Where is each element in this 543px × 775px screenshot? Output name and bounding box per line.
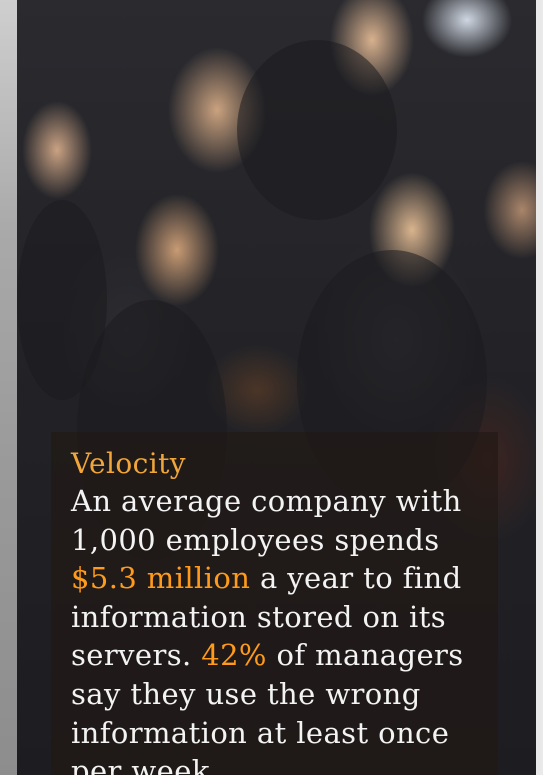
caption-title: Velocity bbox=[71, 447, 186, 480]
caption-text: Velocity An average company with 1,000 em… bbox=[71, 446, 491, 775]
caption-body-part1: An average company with 1,000 employees … bbox=[71, 484, 462, 557]
caption-overlay: Velocity An average company with 1,000 em… bbox=[51, 432, 498, 775]
right-border-strip bbox=[536, 0, 543, 775]
highlight-cost: $5.3 million bbox=[71, 561, 251, 596]
crowd-figure bbox=[237, 40, 397, 220]
highlight-percent: 42% bbox=[201, 638, 267, 673]
left-border-strip bbox=[0, 0, 17, 775]
crowd-figure bbox=[17, 200, 107, 400]
